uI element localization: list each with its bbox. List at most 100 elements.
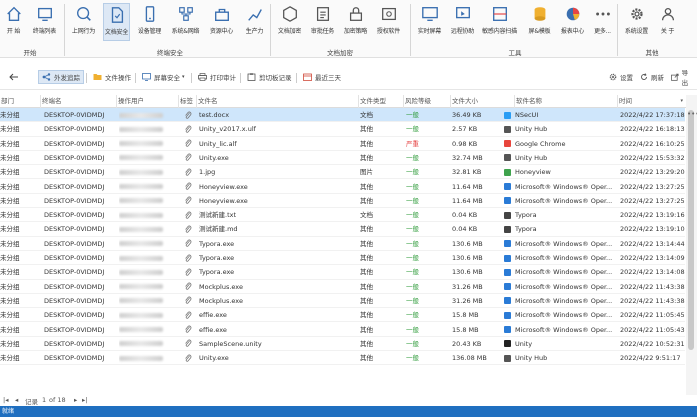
tab-clipboard-log[interactable]: 剪切板记录 (244, 70, 295, 84)
row-more-icon[interactable]: ••• (687, 110, 697, 118)
cell-user-redacted (119, 165, 177, 179)
first-page-button[interactable]: |◂ (3, 396, 8, 404)
toolbar-divider (86, 73, 87, 83)
table-row[interactable]: 未分组 DESKTOP-0VIDMDJ 1.jpg 图片 一般 32.81 KB Honey… (0, 165, 685, 180)
software-icon (504, 340, 511, 348)
table-row[interactable]: 未分组 DESKTOP-0VIDMDJ test.docx 文档 一般 36.49 KB N… (0, 108, 685, 123)
document-security-button[interactable]: 文档安全 (103, 3, 130, 41)
cell-filename: 测试新建.md (199, 225, 238, 234)
gear-icon (630, 8, 643, 20)
software-icon (504, 211, 511, 219)
settings-button[interactable]: 设置 (606, 70, 636, 84)
table-row[interactable]: 未分组 DESKTOP-0VIDMDJ Typora.exe 其他 一般 130.6 MB… (0, 251, 685, 266)
table-row[interactable]: 未分组 DESKTOP-0VIDMDJ Typora.exe 其他 一般 130.6 MB… (0, 237, 685, 251)
report-center-button[interactable]: 报表中心 (559, 3, 586, 41)
home-button[interactable]: 开 始 (0, 3, 27, 41)
column-header-label: 时间 (619, 97, 632, 105)
table-row[interactable]: 未分组 DESKTOP-0VIDMDJ effie.exe 其他 一般 15.8 MB Mi… (0, 308, 685, 323)
table-row[interactable]: 未分组 DESKTOP-0VIDMDJ SampleScene.unity 其他 一般 2… (0, 337, 685, 352)
share-icon (42, 73, 51, 81)
attachment-icon (184, 180, 196, 194)
last-page-button[interactable]: ▸| (82, 396, 87, 404)
software-name: Typora (515, 225, 537, 234)
terminal-list-button[interactable]: 终端列表 (31, 3, 58, 41)
device-management-button[interactable]: 设备管理 (136, 3, 163, 41)
column-header-risk[interactable]: 风险等级 (403, 95, 450, 108)
cell-risk: 一般 (406, 325, 419, 334)
table-row[interactable]: 未分组 DESKTOP-0VIDMDJ 测试新建.txt 文档 一般 0.04 KB Typ… (0, 208, 685, 223)
prev-page-button[interactable]: ◂ (15, 396, 18, 404)
template-button[interactable]: 屏&模板 (526, 3, 553, 41)
sensitive-scan-button[interactable]: 敏感内容扫描 (482, 3, 517, 41)
column-header-department[interactable]: 部门 (0, 95, 40, 108)
cell-filesize: 32.81 KB (452, 168, 482, 177)
realtime-screen-button[interactable]: 实时屏幕 (416, 3, 443, 41)
table-row[interactable]: 未分组 DESKTOP-0VIDMDJ Honeyview.exe 其他 一般 11.64… (0, 180, 685, 194)
cell-user-redacted (119, 222, 177, 236)
refresh-button[interactable]: 刷新 (637, 70, 667, 84)
export-button[interactable]: 导出 (668, 69, 697, 87)
table-row[interactable]: 未分组 DESKTOP-0VIDMDJ Mockplus.exe 其他 一般 31.26 … (0, 294, 685, 309)
cell-risk: 一般 (406, 196, 419, 205)
tab-outbound-tracking[interactable]: 外发追踪 (38, 70, 84, 84)
table-row[interactable]: 未分组 DESKTOP-0VIDMDJ Unity_lic.alf 其他 严重 0.98 … (0, 137, 685, 151)
table-row[interactable]: 未分组 DESKTOP-0VIDMDJ Mockplus.exe 其他 一般 31.26 … (0, 280, 685, 294)
cell-software: Google Chrome (504, 137, 616, 151)
web-behavior-button[interactable]: 上网行为 (70, 3, 97, 41)
encrypt-policy-button[interactable]: 加密策略 (342, 3, 369, 41)
column-header-label: 文件类型 (360, 97, 386, 105)
back-button[interactable] (6, 70, 25, 84)
column-header-label: 标签 (180, 97, 193, 105)
report-center-icon (566, 7, 579, 21)
cell-risk: 一般 (406, 182, 419, 191)
column-header-user[interactable]: 操作用户 (116, 95, 178, 108)
resource-center-button[interactable]: 资源中心 (208, 3, 235, 41)
column-header-time[interactable]: 时间 ▾ (617, 95, 686, 108)
software-name: Unity Hub (515, 153, 548, 162)
cell-filename: 测试新建.txt (199, 211, 237, 220)
software-icon (504, 354, 511, 362)
column-header-label: 终端名 (42, 97, 62, 105)
cell-filename: Honeyview.exe (199, 182, 248, 191)
table-row[interactable]: 未分组 DESKTOP-0VIDMDJ Unity.exe 其他 一般 32.74 MB U… (0, 151, 685, 166)
tab-file-operations[interactable]: 文件操作 (90, 70, 134, 84)
cell-department: 未分组 (0, 268, 20, 277)
table-row[interactable]: 未分组 DESKTOP-0VIDMDJ Unity.exe 其他 一般 136.08 MB… (0, 351, 685, 366)
attachment-icon (184, 222, 196, 236)
scrollbar-thumb[interactable] (688, 110, 694, 350)
remote-assist-button[interactable]: 远程协助 (449, 3, 476, 41)
attachment-icon (184, 108, 196, 122)
cell-terminal: DESKTOP-0VIDMDJ (44, 239, 105, 248)
column-header-terminal[interactable]: 终端名 (40, 95, 116, 108)
column-header-filename[interactable]: 文件名 (196, 95, 358, 108)
cell-filetype: 其他 (360, 311, 373, 320)
cell-software: Microsoft® Windows® Oper... (504, 237, 616, 251)
cell-terminal: DESKTOP-0VIDMDJ (44, 354, 105, 363)
system-network-button[interactable]: 系统&网络 (172, 3, 200, 41)
system-settings-button[interactable]: 系统设置 (623, 3, 650, 41)
column-header-filetype[interactable]: 文件类型 (358, 95, 403, 108)
date-range-filter[interactable]: 最近三天 (300, 70, 344, 84)
table-row[interactable]: 未分组 DESKTOP-0VIDMDJ Typora.exe 其他 一般 130.6 MB… (0, 265, 685, 280)
productivity-button[interactable]: 生产力 (241, 3, 268, 41)
about-button[interactable]: 关 于 (654, 3, 681, 41)
column-header-filesize[interactable]: 文件大小 (450, 95, 514, 108)
table-row[interactable]: 未分组 DESKTOP-0VIDMDJ Unity_v2017.x.ulf 其他 一般 2… (0, 122, 685, 137)
more-button[interactable]: 更多... (589, 3, 616, 41)
table-row[interactable]: 未分组 DESKTOP-0VIDMDJ Honeyview.exe 其他 一般 11.64… (0, 194, 685, 209)
document-encrypt-button[interactable]: 文档加密 (276, 3, 303, 41)
column-header-tag[interactable]: 标签 (178, 95, 196, 108)
approval-task-button[interactable]: 审批任务 (309, 3, 336, 41)
table-row[interactable]: 未分组 DESKTOP-0VIDMDJ effie.exe 其他 一般 15.8 MB Mi… (0, 323, 685, 337)
authorized-software-button[interactable]: 授权软件 (375, 3, 402, 41)
column-header-software[interactable]: 软件名称 (514, 95, 617, 108)
tab-print-audit[interactable]: 打印审计 (195, 70, 239, 84)
next-page-button[interactable]: ▸ (74, 396, 77, 404)
tab-screen-security[interactable]: 屏幕安全 ▾ (139, 70, 188, 84)
cell-software: Microsoft® Windows® Oper... (504, 280, 616, 294)
productivity-label: 生产力 (245, 28, 264, 35)
page-number-input[interactable]: 1 (42, 396, 46, 404)
cell-user-redacted (119, 194, 177, 208)
table-row[interactable]: 未分组 DESKTOP-0VIDMDJ 测试新建.md 其他 一般 0.04 KB Typo… (0, 222, 685, 237)
cell-software: Typora (504, 208, 616, 222)
